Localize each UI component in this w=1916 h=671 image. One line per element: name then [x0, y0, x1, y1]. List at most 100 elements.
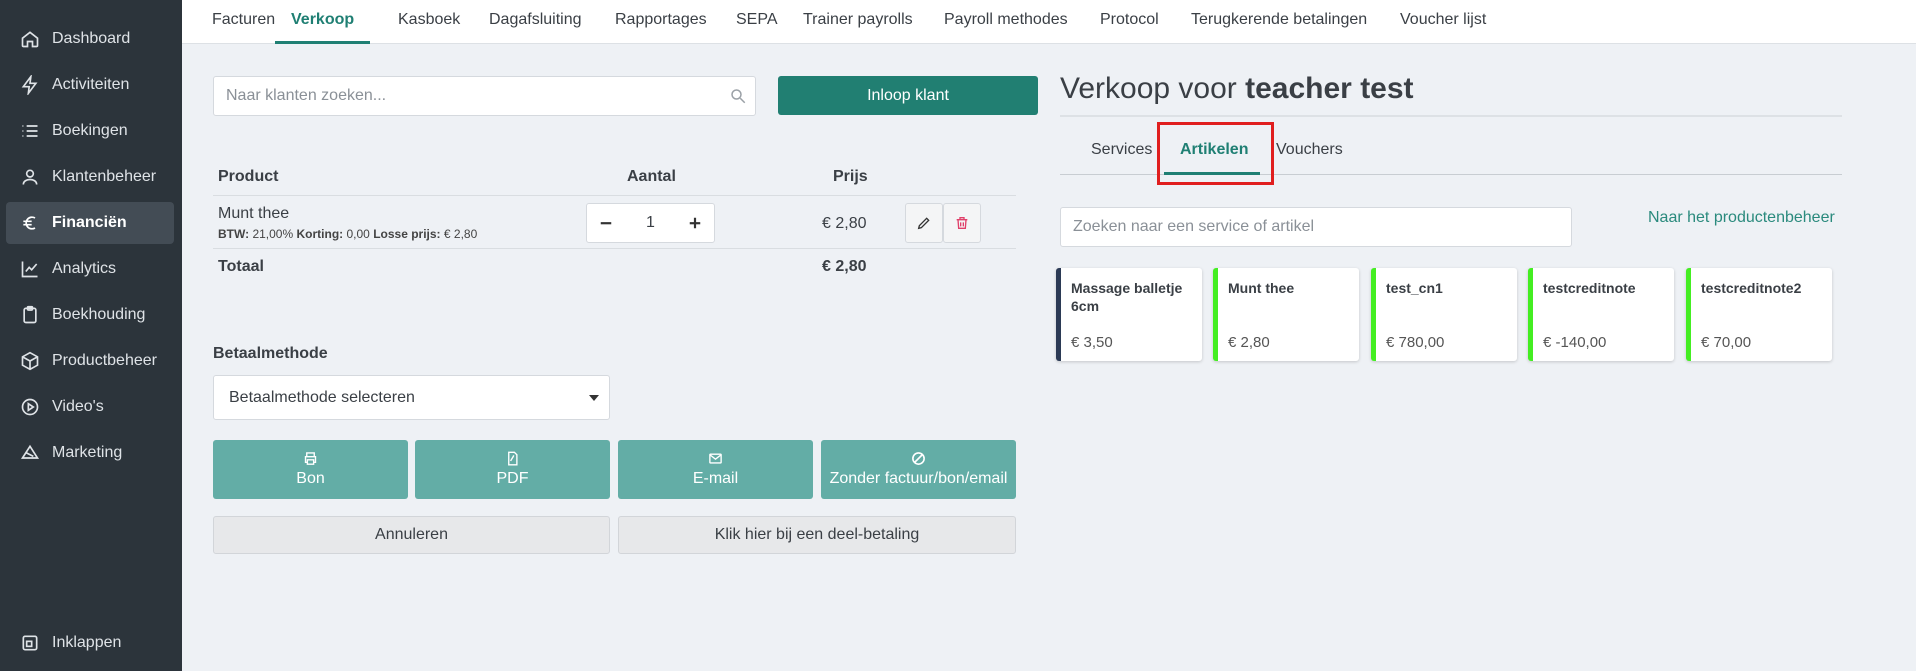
- pdf-button[interactable]: PDF: [415, 440, 610, 499]
- product-card-name: Massage balletje 6cm: [1071, 280, 1183, 314]
- divider: [213, 248, 1016, 249]
- cancel-button[interactable]: Annuleren: [213, 516, 610, 554]
- product-card[interactable]: Massage balletje 6cm € 3,50: [1056, 268, 1202, 361]
- product-card-name: testcreditnote2: [1701, 280, 1802, 296]
- divider: [1060, 115, 1842, 117]
- receipt-button[interactable]: Bon: [213, 440, 408, 499]
- cart-item-meta: BTW: 21,00% Korting: 0,00 Losse prijs: €…: [218, 227, 478, 241]
- tab-sepa[interactable]: SEPA: [736, 0, 778, 44]
- pdf-button-label: PDF: [496, 470, 529, 487]
- sidebar-item-dashboard[interactable]: Dashboard: [6, 18, 174, 60]
- product-card-price: € 2,80: [1228, 334, 1270, 351]
- sidebar-item-label: Marketing: [52, 444, 123, 461]
- email-button[interactable]: E-mail: [618, 440, 813, 499]
- product-card-price: € 70,00: [1701, 334, 1752, 351]
- increase-quantity-button[interactable]: [686, 214, 704, 232]
- total-label: Totaal: [218, 258, 264, 275]
- payment-method-select[interactable]: Betaalmethode selecteren: [213, 375, 610, 420]
- sidebar-collapse-label: Inklappen: [52, 634, 122, 651]
- tab-terugkerende-betalingen[interactable]: Terugkerende betalingen: [1191, 0, 1367, 44]
- sidebar-item-financien[interactable]: Financiën: [6, 202, 174, 244]
- product-card[interactable]: test_cn1 € 780,00: [1371, 268, 1517, 361]
- product-management-link[interactable]: Naar het productenbeheer: [1648, 209, 1835, 227]
- tab-vouchers[interactable]: Vouchers: [1276, 141, 1343, 159]
- sidebar-item-activiteiten[interactable]: Activiteiten: [6, 64, 174, 106]
- no-invoice-button[interactable]: Zonder factuur/bon/email: [821, 440, 1016, 499]
- tab-dagafsluiting[interactable]: Dagafsluiting: [489, 0, 582, 44]
- cart-item-price: € 2,80: [822, 215, 867, 232]
- ban-icon: [912, 452, 925, 465]
- minus-icon: [600, 222, 612, 225]
- product-card-price: € -140,00: [1543, 334, 1607, 351]
- product-card[interactable]: Munt thee € 2,80: [1213, 268, 1359, 361]
- tab-voucher-lijst[interactable]: Voucher lijst: [1400, 0, 1486, 44]
- tab-facturen[interactable]: Facturen: [212, 0, 275, 44]
- walkin-customer-button[interactable]: Inloop klant: [778, 76, 1038, 115]
- sidebar-collapse-button[interactable]: Inklappen: [6, 622, 174, 664]
- envelope-icon: [709, 453, 722, 464]
- plus-icon: [689, 217, 701, 229]
- customer-search-input[interactable]: [213, 76, 756, 116]
- column-header-product: Product: [218, 168, 279, 185]
- tab-rapportages[interactable]: Rapportages: [615, 0, 707, 44]
- product-card[interactable]: testcreditnote2 € 70,00: [1686, 268, 1832, 361]
- sidebar-item-boekingen[interactable]: Boekingen: [6, 110, 174, 152]
- edit-item-button[interactable]: [905, 203, 943, 243]
- play-circle-icon: [21, 398, 39, 416]
- article-search-input[interactable]: [1060, 207, 1572, 247]
- collapse-icon: [22, 635, 38, 651]
- product-card-price: € 780,00: [1386, 334, 1445, 351]
- home-icon: [21, 31, 39, 48]
- sidebar-item-label: Klantenbeheer: [52, 168, 157, 185]
- tab-protocol[interactable]: Protocol: [1100, 0, 1159, 44]
- user-icon: [22, 169, 38, 185]
- caret-down-icon: [589, 395, 599, 401]
- tab-payroll-methodes[interactable]: Payroll methodes: [944, 0, 1068, 44]
- email-button-label: E-mail: [692, 470, 739, 487]
- payment-method-value: Betaalmethode selecteren: [229, 388, 415, 406]
- quantity-value[interactable]: 1: [646, 214, 655, 232]
- sidebar-item-productbeheer[interactable]: Productbeheer: [6, 340, 174, 382]
- sidebar-item-videos[interactable]: Video's: [6, 386, 174, 428]
- highlight-box: [1157, 122, 1274, 185]
- sidebar-item-label: Analytics: [52, 260, 117, 277]
- quantity-stepper: 1: [586, 203, 715, 243]
- sidebar-item-label: Activiteiten: [52, 76, 130, 93]
- column-header-price: Prijs: [833, 168, 868, 185]
- receipt-button-label: Bon: [296, 470, 325, 487]
- file-pdf-icon: [508, 451, 518, 466]
- bolt-icon: [21, 75, 38, 95]
- total-value: € 2,80: [822, 258, 867, 275]
- product-card[interactable]: testcreditnote € -140,00: [1528, 268, 1674, 361]
- column-header-quantity: Aantal: [627, 168, 676, 185]
- sidebar-item-marketing[interactable]: Marketing: [6, 432, 174, 474]
- product-card-name: test_cn1: [1386, 280, 1443, 296]
- trash-icon: [956, 217, 968, 229]
- printer-icon: [304, 452, 317, 465]
- sidebar-item-label: Dashboard: [52, 30, 131, 47]
- list-icon: [22, 125, 38, 137]
- chart-line-icon: [21, 261, 38, 278]
- tab-verkoop[interactable]: Verkoop: [275, 0, 371, 44]
- tab-services[interactable]: Services: [1091, 141, 1152, 159]
- delete-item-button[interactable]: [943, 203, 981, 243]
- product-card-name: testcreditnote: [1543, 280, 1636, 296]
- cart-item-name: Munt thee: [218, 205, 290, 222]
- no-invoice-button-label: Zonder factuur/bon/email: [829, 470, 1008, 487]
- sidebar-item-klantenbeheer[interactable]: Klantenbeheer: [6, 156, 174, 198]
- sidebar-item-label: Productbeheer: [52, 352, 157, 369]
- product-card-price: € 3,50: [1071, 334, 1113, 351]
- sidebar-item-analytics[interactable]: Analytics: [6, 248, 174, 290]
- clipboard-icon: [23, 305, 37, 324]
- partial-payment-button[interactable]: Klik hier bij een deel-betaling: [618, 516, 1016, 554]
- euro-icon: [23, 216, 36, 230]
- sidebar-item-label: Video's: [52, 398, 104, 415]
- tab-kasboek[interactable]: Kasboek: [398, 0, 460, 44]
- divider: [213, 195, 1016, 196]
- sidebar-item-boekhouding[interactable]: Boekhouding: [6, 294, 174, 336]
- decrease-quantity-button[interactable]: [597, 214, 615, 232]
- sidebar-item-label: Financiën: [52, 214, 127, 231]
- sidebar-item-label: Boekingen: [52, 122, 128, 139]
- tab-trainer-payrolls[interactable]: Trainer payrolls: [803, 0, 913, 44]
- payment-method-label: Betaalmethode: [213, 345, 328, 362]
